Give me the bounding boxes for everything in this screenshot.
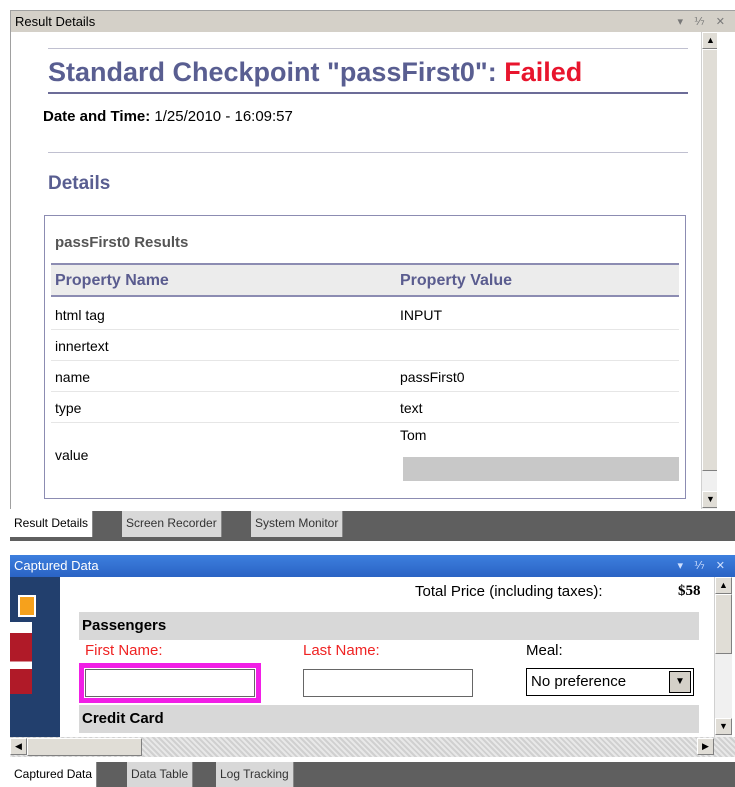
row-name: innertext: [55, 338, 109, 354]
tab-result-details[interactable]: Result Details: [10, 511, 94, 537]
captured-tabs: Captured Data Data Table Log Tracking: [10, 762, 735, 787]
details-heading: Details: [48, 173, 111, 194]
status-failed: Failed: [504, 57, 583, 87]
tab-captured-data[interactable]: Captured Data: [10, 762, 98, 787]
first-name-label: First Name:: [85, 642, 163, 659]
row-name: name: [55, 369, 91, 385]
row-value: passFirst0: [400, 369, 465, 385]
scroll-right-icon[interactable]: ▶: [697, 738, 714, 755]
meal-label: Meal:: [526, 642, 563, 659]
total-price-label: Total Price (including taxes):: [415, 583, 603, 600]
scroll-down-icon[interactable]: ▼: [702, 491, 717, 508]
row-value: INPUT: [400, 307, 442, 323]
captured-page: Total Price (including taxes): $58 Passe…: [10, 577, 735, 757]
datetime-value: 1/25/2010 - 16:09:57: [150, 108, 293, 125]
tab-log-tracking[interactable]: Log Tracking: [216, 762, 294, 787]
row-value: text: [400, 400, 423, 416]
pane-controls-icon[interactable]: ▾ ⅐ ✕: [677, 555, 729, 577]
datetime: Date and Time: 1/25/2010 - 16:09:57: [43, 108, 293, 125]
col-property-value: Property Value: [400, 272, 513, 289]
divider: [48, 48, 688, 49]
result-details-title-bar: Result Details ▾ ⅐ ✕: [10, 10, 735, 32]
results-table: passFirst0 Results Property Name Propert…: [44, 215, 686, 499]
scroll-left-icon[interactable]: ◀: [10, 738, 27, 755]
total-price-value: $58: [678, 583, 701, 599]
passengers-heading: Passengers: [79, 612, 699, 640]
chevron-down-icon[interactable]: ▼: [669, 671, 691, 693]
checkpoint-title: Standard Checkpoint "passFirst0":: [48, 57, 505, 87]
table-header: Property Name Property Value: [51, 263, 679, 297]
scroll-thumb[interactable]: [27, 738, 142, 756]
row-value: Tom: [400, 427, 427, 443]
sidebar-image: [10, 622, 32, 694]
tab-data-table[interactable]: Data Table: [127, 762, 194, 787]
first-name-field[interactable]: [79, 663, 261, 703]
credit-card-heading: Credit Card: [79, 705, 699, 733]
meal-select-value: No preference: [531, 673, 627, 690]
tab-screen-recorder[interactable]: Screen Recorder: [122, 511, 222, 537]
page-title: Standard Checkpoint "passFirst0": Failed: [48, 57, 582, 88]
report-scrollbar[interactable]: ▲ ▼: [701, 32, 717, 509]
last-name-field[interactable]: [303, 669, 473, 697]
captured-form: Total Price (including taxes): $58 Passe…: [60, 577, 714, 737]
table-row: html tag INPUT: [51, 299, 679, 330]
captured-data-title: Captured Data: [14, 558, 99, 573]
heading-underline: [48, 92, 688, 94]
value-highlight-bar: [403, 457, 679, 481]
col-property-name: Property Name: [55, 272, 169, 289]
sidebar-marker: [18, 595, 36, 617]
divider: [48, 152, 688, 153]
row-name: type: [55, 400, 82, 416]
datetime-label: Date and Time:: [43, 108, 151, 125]
result-details-title: Result Details: [15, 14, 96, 29]
scroll-thumb[interactable]: [715, 594, 732, 654]
scroll-thumb[interactable]: [702, 49, 717, 471]
results-caption: passFirst0 Results: [55, 234, 189, 251]
last-name-label: Last Name:: [303, 642, 380, 659]
result-report: Standard Checkpoint "passFirst0": Failed…: [10, 32, 717, 509]
scroll-up-icon[interactable]: ▲: [715, 577, 732, 594]
captured-scrollbar[interactable]: ▲ ▼: [714, 577, 732, 737]
row-name: value: [55, 447, 89, 463]
table-row: type text: [51, 392, 679, 423]
row-name: html tag: [55, 307, 105, 323]
captured-hscrollbar[interactable]: ◀ ▶: [10, 737, 735, 757]
meal-select[interactable]: No preference ▼: [526, 668, 694, 696]
captured-data-title-bar: Captured Data ▾ ⅐ ✕: [10, 555, 735, 577]
scroll-down-icon[interactable]: ▼: [715, 718, 732, 735]
table-row: value Tom: [51, 423, 679, 489]
result-tabs: Result Details Screen Recorder System Mo…: [10, 511, 735, 541]
tab-system-monitor[interactable]: System Monitor: [251, 511, 344, 537]
captured-sidebar: [10, 577, 60, 737]
table-row: name passFirst0: [51, 361, 679, 392]
pane-controls-icon[interactable]: ▾ ⅐ ✕: [677, 11, 729, 33]
table-row: innertext: [51, 330, 679, 361]
scroll-up-icon[interactable]: ▲: [702, 32, 717, 49]
